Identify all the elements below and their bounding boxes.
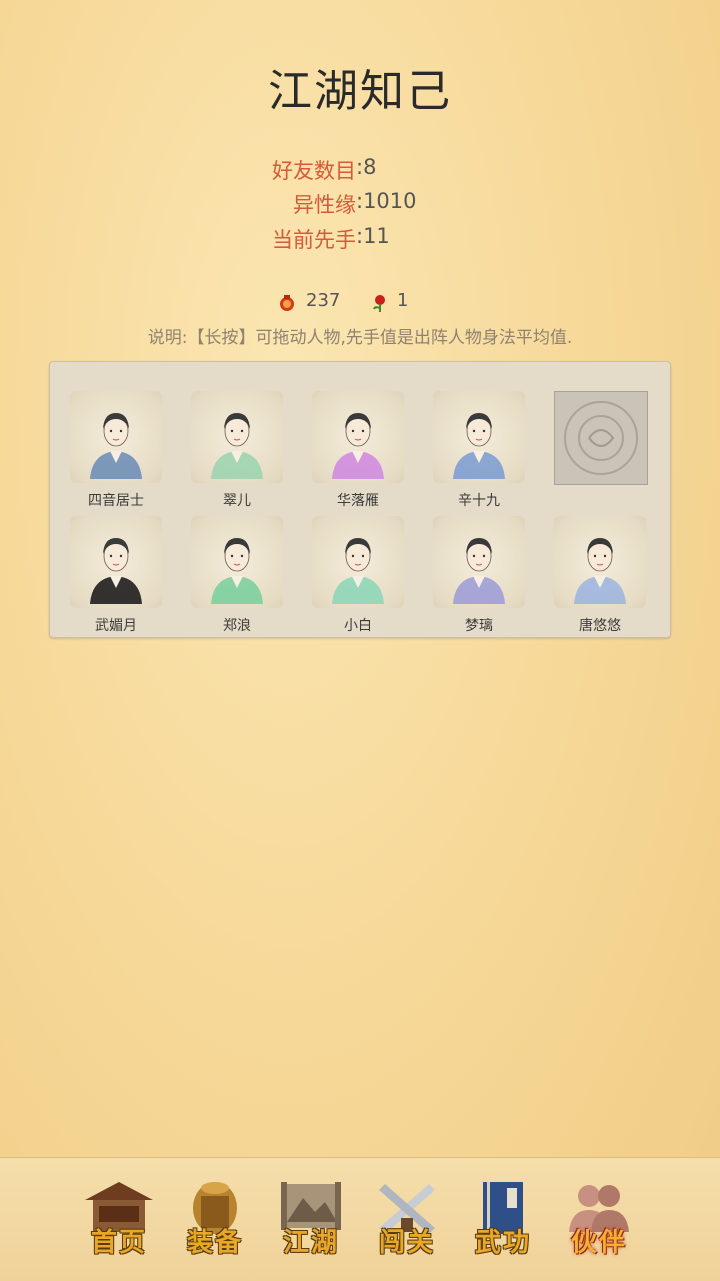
bottom-nav: 首页 装备 江湖 闯关 武功 伙伴 [0, 1157, 720, 1281]
nav-item-4[interactable]: 武功 [463, 1178, 543, 1264]
nav-item-2[interactable]: 江湖 [271, 1178, 351, 1264]
money-pouch-icon [280, 295, 294, 311]
portrait-icon [433, 391, 525, 483]
partner-card[interactable]: 翠儿 [187, 391, 287, 511]
nav-item-3[interactable]: 闯关 [367, 1178, 447, 1264]
nav-item-0[interactable]: 首页 [79, 1178, 159, 1264]
portrait-icon [191, 516, 283, 608]
portrait-icon [70, 391, 162, 483]
friends-count-label: 好友数目 [272, 159, 356, 183]
partner-name: 郑浪 [223, 618, 251, 634]
rose-icon [373, 295, 385, 312]
partner-card[interactable]: 武媚月 [66, 516, 166, 636]
friends-count-value: :8 [356, 155, 377, 179]
partner-panel: 四音居士 翠儿 华落雁 辛十九武媚月 郑浪 小白 梦璃 唐悠悠 [49, 361, 671, 638]
portrait-icon [312, 516, 404, 608]
portrait-icon [433, 516, 525, 608]
portrait-icon [191, 391, 283, 483]
initiative-row: 当前先手 :11 [0, 224, 720, 254]
initiative-label: 当前先手 [272, 228, 356, 252]
nav-label: 江湖 [282, 1228, 339, 1258]
nav-item-5[interactable]: 伙伴 [559, 1178, 639, 1264]
nav-label: 武功 [474, 1228, 531, 1258]
partner-card[interactable]: 华落雁 [308, 391, 408, 511]
partner-card[interactable]: 唐悠悠 [550, 516, 650, 636]
nav-label: 装备 [186, 1228, 243, 1258]
partner-name: 翠儿 [223, 493, 251, 509]
partner-card[interactable]: 梦璃 [429, 516, 529, 636]
pouch-count: 237 [306, 290, 341, 311]
instructions-note: 说明:【长按】可拖动人物,先手值是出阵人物身法平均值. [147, 328, 573, 348]
partner-card[interactable]: 郑浪 [187, 516, 287, 636]
nav-label: 首页 [90, 1228, 147, 1258]
locked-seal-icon [554, 391, 648, 485]
partner-card[interactable]: 小白 [308, 516, 408, 636]
nav-item-1[interactable]: 装备 [175, 1178, 255, 1264]
nav-label: 伙伴 [570, 1228, 627, 1258]
initiative-value: :11 [356, 224, 390, 248]
rose-count: 1 [397, 290, 409, 311]
gift-counters: 237 1 [0, 290, 720, 316]
partner-name: 四音居士 [88, 493, 144, 509]
romance-label: 异性缘 [293, 193, 356, 217]
partner-card[interactable]: 四音居士 [66, 391, 166, 511]
nav-label: 闯关 [378, 1228, 435, 1258]
partner-name: 小白 [344, 618, 372, 634]
portrait-icon [554, 516, 646, 608]
partner-name: 梦璃 [465, 618, 493, 634]
partner-name: 辛十九 [458, 493, 500, 509]
romance-value: :1010 [356, 189, 417, 213]
partner-name: 唐悠悠 [579, 618, 621, 634]
portrait-icon [70, 516, 162, 608]
partner-card[interactable]: 辛十九 [429, 391, 529, 511]
locked-slot[interactable] [550, 391, 650, 511]
romance-row: 异性缘 :1010 [0, 189, 720, 219]
portrait-icon [312, 391, 404, 483]
friends-count-row: 好友数目 :8 [0, 155, 720, 185]
page-title: 江湖知己 [268, 66, 452, 117]
partner-name: 华落雁 [337, 493, 379, 509]
partner-name: 武媚月 [95, 618, 137, 634]
